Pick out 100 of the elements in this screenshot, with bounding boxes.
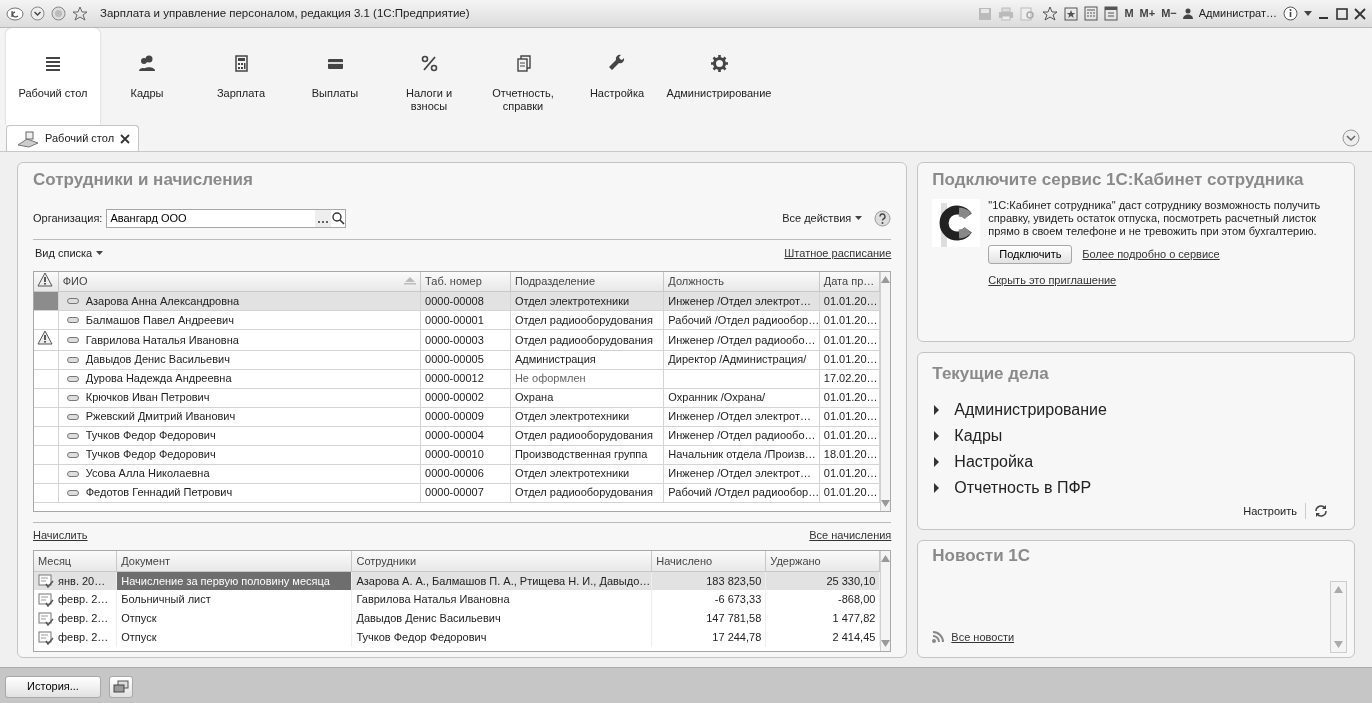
all-news-link[interactable]: Все новости — [951, 628, 1015, 645]
table-cell: 0000-00012 — [425, 372, 484, 385]
panel-title: Подключите сервис 1С:Кабинет сотрудника — [932, 169, 1305, 191]
table-cell-text: Крючков Иван Петрович — [85, 390, 210, 406]
scroll-up-icon[interactable] — [881, 555, 891, 562]
expand-icon — [932, 430, 941, 441]
table-cell: Директор /Администрация/ — [668, 353, 807, 366]
connect-button[interactable]: Подключить — [988, 244, 1073, 264]
section-tab[interactable]: Налоги и взносы — [382, 28, 476, 125]
table-cell: 18.01.20… — [823, 448, 878, 461]
menu-icon — [43, 54, 63, 73]
all-actions-menu[interactable]: Все действия — [782, 210, 852, 227]
table-cell: Отпуск — [121, 631, 157, 644]
table-cell: 0000-00008 — [425, 294, 484, 307]
table-row[interactable]: Федотов Геннадий Петрович 0000-00007 Отдел радиооборудования Рабочий /Отдел радиообор… 01.01.20… — [34, 483, 880, 502]
table-row[interactable]: Ржевский Дмитрий Иванович 0000-00009 Отдел электротехники Инженер /Отдел электрот… 01.01.20… — [34, 407, 880, 426]
bookmark-star-icon[interactable] — [1064, 6, 1079, 21]
refresh-icon[interactable] — [1314, 503, 1328, 518]
column-header[interactable]: ФИО — [62, 273, 88, 290]
star-icon[interactable] — [72, 5, 88, 22]
scroll-up-icon[interactable] — [881, 275, 891, 283]
gear-icon — [709, 54, 729, 73]
column-header[interactable]: Сотрудники — [356, 554, 417, 567]
table-row[interactable]: февр. 2… Больничный лист Гаврилова Наталья Ивановна -6 673,33 -868,00 — [34, 590, 880, 609]
more-info-link[interactable]: Более подробно о сервисе — [1082, 245, 1220, 263]
table-row[interactable]: Усова Алла Николаевна 0000-00006 Отдел электротехники Инженер /Отдел электрот… 01.01.20… — [34, 464, 880, 483]
caret-icon[interactable] — [855, 216, 863, 221]
section-tab[interactable]: Кадры — [100, 28, 194, 125]
table-cell: 0000-00001 — [425, 313, 484, 326]
history-button[interactable]: История... — [5, 675, 101, 698]
table-cell: 25 330,10 — [826, 574, 876, 587]
section-tab[interactable]: Администрирование — [664, 28, 774, 125]
table-cell: 0000-00005 — [425, 353, 484, 366]
column-header[interactable]: Документ — [121, 554, 171, 567]
table-row[interactable]: Тучков Федор Федорович 0000-00004 Отдел радиооборудования Инженер /Отдел радиообо… 01.01.20… — [34, 426, 880, 445]
task-group[interactable]: Отчетность в ПФР — [932, 474, 1340, 501]
task-group[interactable]: Настройка — [932, 448, 1340, 475]
circle-icon[interactable] — [51, 6, 66, 21]
table-row[interactable]: Гаврилова Наталья Ивановна 0000-00003 Отдел радиооборудования Инженер /Отдел радиообо… 01.01.20… — [34, 329, 880, 350]
help-icon[interactable] — [874, 210, 892, 227]
maximize-icon[interactable] — [1336, 7, 1348, 20]
close-icon[interactable] — [1354, 7, 1366, 20]
staff-schedule-link[interactable]: Штатное расписание — [784, 245, 892, 262]
desk-icon — [17, 129, 39, 148]
collapse-icon[interactable] — [1342, 129, 1360, 147]
calendar-icon[interactable] — [1104, 6, 1119, 21]
table-cell: 0000-00009 — [425, 410, 484, 423]
user-name[interactable]: Администрат… — [1198, 5, 1277, 22]
open-tab[interactable]: Рабочий стол — [6, 125, 140, 151]
configure-button[interactable]: Настроить — [1243, 502, 1297, 519]
app-logo-icon[interactable] — [6, 6, 24, 21]
table-cell: 0000-00006 — [425, 467, 484, 480]
table-cell: 0000-00007 — [425, 486, 484, 499]
table-row[interactable]: Крючков Иван Петрович 0000-00002 Охрана Охранник /Охрана/ 01.01.20… — [34, 388, 880, 407]
section-tab[interactable]: Настройка — [570, 28, 664, 125]
ellipsis-icon[interactable] — [315, 210, 332, 227]
task-group[interactable]: Кадры — [932, 422, 1340, 449]
table-cell-text: февр. 2… — [58, 592, 109, 608]
table-cell-text: Балмашов Павел Андреевич — [85, 312, 234, 328]
table-row[interactable]: Дурова Надежда Андреевна 0000-00012 Не оформлен 17.02.20… — [34, 369, 880, 388]
caret-icon[interactable] — [96, 251, 104, 256]
star-icon[interactable] — [1042, 5, 1059, 22]
section-tab[interactable]: Рабочий стол — [6, 28, 100, 125]
memory-button[interactable]: M+ — [1139, 5, 1156, 22]
table-cell: Охрана — [514, 391, 554, 404]
dropdown-icon[interactable] — [30, 6, 45, 21]
section-tab[interactable]: Зарплата — [194, 28, 288, 125]
search-icon[interactable] — [331, 210, 346, 227]
table-cell: 01.01.20… — [823, 353, 878, 366]
section-tab[interactable]: Отчетность, справки — [476, 28, 570, 125]
table-cell: Администрация — [514, 353, 596, 366]
table-cell: 2 414,45 — [832, 631, 876, 644]
percent-icon — [419, 54, 439, 73]
table-row[interactable]: февр. 2… Отпуск Тучков Федор Федорович 17 244,78 2 414,45 — [34, 628, 880, 647]
accrue-link[interactable]: Начислить — [33, 526, 88, 543]
section-tab[interactable]: Выплаты — [288, 28, 382, 125]
table-cell: 01.01.20… — [823, 391, 878, 404]
task-group[interactable]: Администрирование — [932, 396, 1340, 423]
table-row[interactable]: Балмашов Павел Андреевич 0000-00001 Отдел радиооборудования Рабочий /Отдел радиообор… 01.01.20… — [34, 310, 880, 330]
table-row[interactable]: Тучков Федор Федорович 0000-00010 Производственная группа Начальник отдела /Произв… 18.01.20… — [34, 445, 880, 464]
windows-button[interactable] — [109, 675, 133, 698]
table-row[interactable]: Азарова Анна Александровна 0000-00008 Отдел электротехники Инженер /Отдел электрот… 01.01.20… — [34, 291, 880, 311]
all-accruals-link[interactable]: Все начисления — [809, 526, 892, 543]
table-cell: Рабочий /Отдел радиообор… — [668, 313, 819, 326]
caret-icon[interactable] — [1304, 10, 1312, 17]
table-cell: 01.01.20… — [823, 467, 878, 480]
table-row[interactable]: Давыдов Денис Васильевич 0000-00005 Администрация Директор /Администрация/ 01.01.20… — [34, 350, 880, 369]
view-list-menu[interactable]: Вид списка — [35, 245, 93, 262]
table-cell: Инженер /Отдел радиообо… — [668, 429, 816, 442]
memory-button[interactable]: M — [1124, 5, 1134, 22]
info-icon[interactable] — [1283, 6, 1298, 21]
scroll-down-icon[interactable] — [881, 640, 891, 647]
table-row[interactable]: янв. 20… Начисление за первую половину месяца Азарова А. А., Балмашов П. А., Ртищева Н. И., Давыдо… 183 823,50 25 330,10 — [34, 571, 880, 590]
scroll-down-icon[interactable] — [881, 499, 891, 507]
close-icon[interactable] — [120, 133, 131, 144]
memory-button[interactable]: M− — [1161, 5, 1177, 22]
hide-invitation-link[interactable]: Скрыть это приглашение — [988, 273, 1117, 286]
organization-field[interactable]: Авангард ООО — [106, 209, 347, 228]
item-icon — [66, 375, 79, 382]
table-row[interactable]: февр. 2… Отпуск Давыдов Денис Васильевич 147 781,58 1 477,82 — [34, 609, 880, 628]
